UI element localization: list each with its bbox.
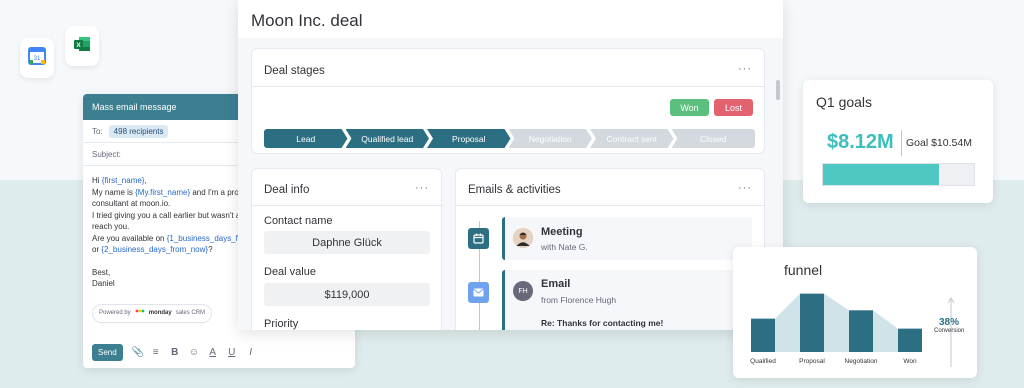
recipients-chip[interactable]: 498 recipients <box>108 124 169 138</box>
mail-icon <box>468 282 489 303</box>
deal-value-field[interactable]: $119,000 <box>264 283 430 306</box>
funnel-bar-won <box>898 328 922 352</box>
funnel-tick-label: Qualified <box>750 358 776 365</box>
divider <box>456 205 766 206</box>
conversion-percent: 38% <box>939 317 960 328</box>
divider <box>252 86 766 87</box>
powered-by-badge: Powered by monday sales CRM <box>92 303 213 323</box>
goals-progress-fill <box>823 164 940 185</box>
contact-name-label: Contact name <box>264 215 333 227</box>
funnel-band <box>751 293 922 352</box>
avatar <box>513 228 533 248</box>
activity-subtitle: with Nate G. <box>541 242 588 252</box>
to-label: To: <box>92 126 103 136</box>
activity-item[interactable]: Meeting with Nate G. <box>502 217 752 260</box>
monday-logo-icon <box>135 308 145 320</box>
q1-goals-card: Q1 goals $8.12M Goal $10.54M <box>803 80 993 203</box>
calendar-icon <box>468 228 489 249</box>
stage-pipeline: Lead Qualified lead Proposal Negotiation Con… <box>264 129 755 148</box>
activity-subtitle: from Florence Hugh <box>541 295 617 305</box>
funnel-tick-label: Won <box>903 358 917 365</box>
priority-label: Priority <box>264 318 299 330</box>
conversion-label: Conversion <box>934 328 965 334</box>
stage-qualified-lead[interactable]: Qualified lead <box>346 129 430 148</box>
list-icon[interactable]: ≡ <box>151 347 161 358</box>
goals-amount: $8.12M <box>827 131 894 153</box>
text-color-icon[interactable]: A <box>208 347 218 358</box>
google-calendar-icon: 31 <box>28 46 46 70</box>
goals-progress-bar <box>822 163 975 186</box>
google-calendar-app-tile[interactable]: 31 <box>20 38 54 78</box>
excel-app-tile[interactable]: X <box>65 26 99 66</box>
divider <box>252 205 443 206</box>
stage-negotiation[interactable]: Negotiation <box>509 129 593 148</box>
divider <box>901 130 902 156</box>
stage-lead[interactable]: Lead <box>264 129 348 148</box>
scrollbar[interactable] <box>776 80 780 100</box>
funnel-bar-proposal <box>800 293 824 352</box>
avatar: FH <box>513 281 533 301</box>
more-options-icon[interactable]: ··· <box>415 182 429 194</box>
merge-tag: {first_name} <box>101 176 145 185</box>
email-toolbar: Send 📎 ≡ B ☺ A U I <box>92 344 256 361</box>
svg-text:X: X <box>76 42 81 49</box>
activity-title: Meeting <box>541 226 583 238</box>
deal-info-title: Deal info <box>264 184 310 196</box>
more-options-icon[interactable]: ··· <box>738 182 752 194</box>
goals-target: Goal $10.54M <box>906 137 972 149</box>
stage-closed[interactable]: Closed <box>671 129 755 148</box>
funnel-card: funnel Qualified Proposal Negotiation Won 3… <box>733 247 977 378</box>
deal-title: Moon Inc. deal <box>238 0 783 38</box>
paperclip-icon[interactable]: 📎 <box>132 347 144 358</box>
deal-stages-card: Deal stages ··· Won Lost Lead Qualified l… <box>251 48 766 154</box>
bold-icon[interactable]: B <box>170 347 180 358</box>
funnel-tick-label: Negotiation <box>844 358 878 365</box>
goals-title: Q1 goals <box>816 94 873 110</box>
merge-tag: {My.first_name} <box>135 187 191 197</box>
deal-value-label: Deal value <box>264 266 316 278</box>
more-options-icon[interactable]: ··· <box>738 63 752 75</box>
activity-title: Email <box>541 278 571 290</box>
excel-icon: X <box>73 35 91 58</box>
lost-button[interactable]: Lost <box>714 99 753 116</box>
emails-activities-card: Emails & activities ··· Meeting with Nat… <box>455 168 766 330</box>
deal-stages-title: Deal stages <box>264 65 325 77</box>
funnel-bar-qualified <box>751 318 775 352</box>
svg-text:31: 31 <box>34 56 41 62</box>
activity-item[interactable]: FH Email from Florence Hugh Re: Thanks f… <box>502 270 752 330</box>
deal-info-card: Deal info ··· Contact name Daphne Glück … <box>251 168 443 330</box>
stage-proposal[interactable]: Proposal <box>427 129 511 148</box>
won-button[interactable]: Won <box>670 99 709 116</box>
stage-contract-sent[interactable]: Contract sent <box>590 129 674 148</box>
deal-panel: Moon Inc. deal Deal stages ··· Won Lost … <box>238 0 783 330</box>
contact-name-field[interactable]: Daphne Glück <box>264 231 430 254</box>
funnel-bar-negotiation <box>849 310 873 352</box>
funnel-tick-label: Proposal <box>799 358 825 365</box>
merge-tag: {2_business_days_from_now} <box>101 245 209 254</box>
email-subject: Re: Thanks for contacting me! <box>541 318 664 328</box>
send-button[interactable]: Send <box>92 344 123 361</box>
emails-activities-title: Emails & activities <box>468 184 561 196</box>
underline-icon[interactable]: U <box>227 347 237 358</box>
emoji-icon[interactable]: ☺ <box>189 347 199 358</box>
italic-icon[interactable]: I <box>246 347 256 358</box>
subject-label: Subject: <box>92 149 121 159</box>
